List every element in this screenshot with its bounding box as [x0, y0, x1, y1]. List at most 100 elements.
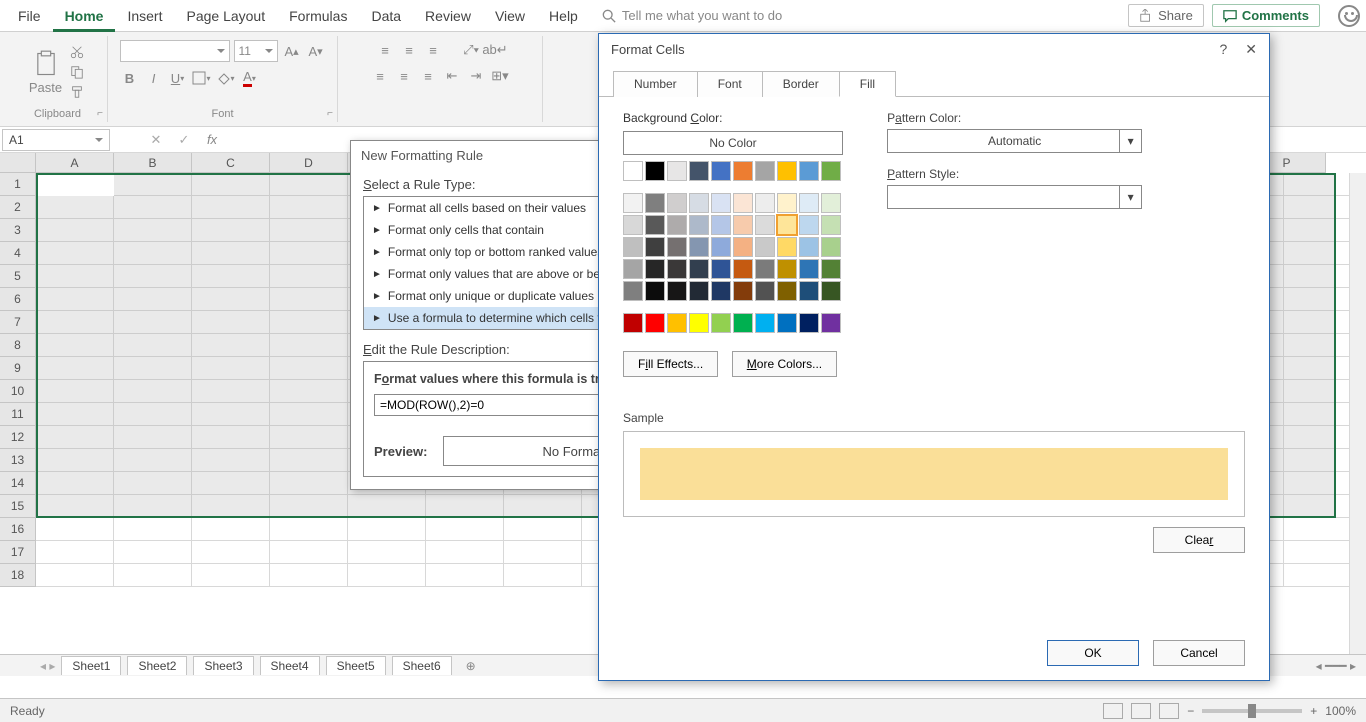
color-swatch[interactable]	[645, 237, 665, 257]
align-middle-button[interactable]: ≡	[399, 40, 419, 60]
color-swatch[interactable]	[733, 281, 753, 301]
row-header[interactable]: 6	[0, 288, 36, 311]
color-swatch[interactable]	[623, 161, 643, 181]
color-swatch[interactable]	[689, 313, 709, 333]
zoom-in-button[interactable]: +	[1310, 704, 1317, 718]
horizontal-scrollbar[interactable]: ◂ ━━━ ▸	[1316, 659, 1366, 673]
clipboard-launcher[interactable]: ⌐	[97, 108, 103, 119]
color-swatch[interactable]	[799, 313, 819, 333]
color-swatch[interactable]	[667, 215, 687, 235]
zoom-value[interactable]: 100%	[1325, 704, 1356, 718]
sheet-tab[interactable]: Sheet1	[61, 656, 121, 675]
color-swatch[interactable]	[733, 259, 753, 279]
tab-file[interactable]: File	[6, 0, 53, 32]
close-button[interactable]: ✕	[1245, 41, 1257, 58]
color-swatch[interactable]	[623, 237, 643, 257]
align-left-button[interactable]: ≡	[370, 66, 390, 86]
color-swatch[interactable]	[667, 281, 687, 301]
color-swatch[interactable]	[623, 215, 643, 235]
sheet-tab[interactable]: Sheet5	[326, 656, 386, 675]
color-swatch[interactable]	[667, 161, 687, 181]
align-right-button[interactable]: ≡	[418, 66, 438, 86]
color-swatch[interactable]	[645, 161, 665, 181]
color-swatch[interactable]	[711, 259, 731, 279]
color-swatch[interactable]	[711, 215, 731, 235]
new-sheet-button[interactable]: ⊕	[458, 657, 484, 675]
color-swatch[interactable]	[733, 237, 753, 257]
color-swatch[interactable]	[821, 161, 841, 181]
color-swatch[interactable]	[623, 281, 643, 301]
no-color-button[interactable]: No Color	[623, 131, 843, 155]
tell-me-search[interactable]: Tell me what you want to do	[602, 8, 782, 23]
row-header[interactable]: 7	[0, 311, 36, 334]
color-swatch[interactable]	[711, 193, 731, 213]
color-swatch[interactable]	[645, 281, 665, 301]
tab-number[interactable]: Number	[613, 71, 698, 97]
color-swatch[interactable]	[667, 313, 687, 333]
zoom-slider[interactable]	[1202, 709, 1302, 713]
active-cell[interactable]	[38, 175, 114, 196]
color-swatch[interactable]	[711, 237, 731, 257]
align-bottom-button[interactable]: ≡	[423, 40, 443, 60]
row-header[interactable]: 15	[0, 495, 36, 518]
decrease-indent-button[interactable]: ⇤	[442, 66, 462, 86]
color-swatch[interactable]	[821, 237, 841, 257]
col-header[interactable]: C	[192, 153, 270, 173]
color-swatch[interactable]	[645, 193, 665, 213]
color-swatch[interactable]	[799, 193, 819, 213]
underline-button[interactable]: U▾	[168, 68, 188, 88]
font-color-button[interactable]: A▾	[240, 68, 260, 88]
bold-button[interactable]: B	[120, 68, 140, 88]
color-swatch[interactable]	[623, 259, 643, 279]
color-swatch[interactable]	[689, 161, 709, 181]
tab-data[interactable]: Data	[359, 0, 413, 32]
copy-button[interactable]	[68, 64, 86, 80]
page-layout-view-button[interactable]	[1131, 703, 1151, 719]
row-header[interactable]: 8	[0, 334, 36, 357]
color-swatch[interactable]	[645, 215, 665, 235]
color-swatch[interactable]	[645, 313, 665, 333]
row-header[interactable]: 3	[0, 219, 36, 242]
color-swatch[interactable]	[645, 259, 665, 279]
tab-review[interactable]: Review	[413, 0, 483, 32]
color-swatch[interactable]	[733, 193, 753, 213]
tab-page-layout[interactable]: Page Layout	[174, 0, 277, 32]
color-swatch[interactable]	[733, 215, 753, 235]
color-swatch[interactable]	[777, 259, 797, 279]
tab-font[interactable]: Font	[697, 71, 763, 97]
borders-button[interactable]: ▾	[192, 68, 212, 88]
color-swatch[interactable]	[821, 259, 841, 279]
color-swatch[interactable]	[777, 237, 797, 257]
color-swatch[interactable]	[755, 259, 775, 279]
ok-button[interactable]: OK	[1047, 640, 1139, 666]
row-header[interactable]: 14	[0, 472, 36, 495]
color-swatch[interactable]	[821, 313, 841, 333]
col-header[interactable]: A	[36, 153, 114, 173]
decrease-font-button[interactable]: A▾	[306, 41, 326, 61]
row-header[interactable]: 11	[0, 403, 36, 426]
row-header[interactable]: 10	[0, 380, 36, 403]
color-swatch[interactable]	[777, 193, 797, 213]
page-break-view-button[interactable]	[1159, 703, 1179, 719]
row-header[interactable]: 2	[0, 196, 36, 219]
color-swatch[interactable]	[799, 259, 819, 279]
color-swatch[interactable]	[755, 215, 775, 235]
color-swatch[interactable]	[667, 237, 687, 257]
font-name-combo[interactable]	[120, 40, 230, 62]
row-header[interactable]: 5	[0, 265, 36, 288]
color-swatch[interactable]	[799, 237, 819, 257]
row-header[interactable]: 9	[0, 357, 36, 380]
tab-formulas[interactable]: Formulas	[277, 0, 359, 32]
color-swatch[interactable]	[799, 281, 819, 301]
font-size-combo[interactable]: 11	[234, 40, 278, 62]
color-swatch[interactable]	[777, 313, 797, 333]
tab-border[interactable]: Border	[762, 71, 840, 97]
italic-button[interactable]: I	[144, 68, 164, 88]
color-swatch[interactable]	[799, 215, 819, 235]
cancel-button[interactable]: Cancel	[1153, 640, 1245, 666]
row-header[interactable]: 16	[0, 518, 36, 541]
format-painter-button[interactable]	[68, 84, 86, 100]
color-swatch[interactable]	[667, 259, 687, 279]
feedback-smiley-icon[interactable]	[1338, 5, 1360, 27]
color-swatch[interactable]	[755, 237, 775, 257]
